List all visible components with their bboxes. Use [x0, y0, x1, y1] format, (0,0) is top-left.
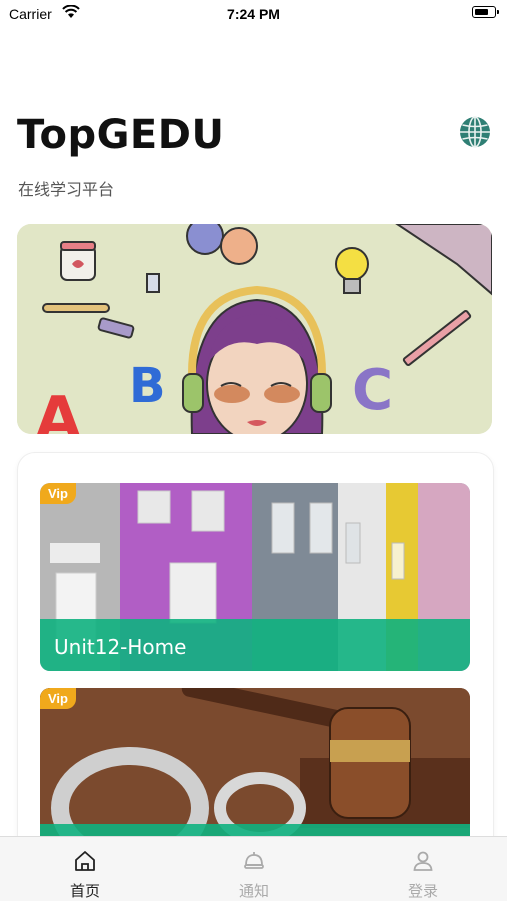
tab-label: 首页: [69, 883, 100, 900]
tab-notification[interactable]: 通知: [204, 837, 304, 901]
app-title: TopGEDU: [17, 112, 225, 158]
course-card-law[interactable]: Vip: [40, 688, 470, 853]
course-list: Vip Unit12-Home Vip: [17, 452, 494, 854]
globe-icon[interactable]: [459, 116, 491, 148]
tab-login[interactable]: 登录: [373, 837, 473, 901]
svg-text:A: A: [35, 384, 82, 434]
clock: 7:24 PM: [227, 6, 280, 22]
user-icon: [413, 851, 433, 871]
vip-badge: Vip: [40, 688, 76, 709]
tab-label: 登录: [407, 883, 438, 900]
tab-home[interactable]: 首页: [35, 837, 135, 901]
status-bar: Carrier 7:24 PM: [0, 0, 507, 28]
battery-icon: [472, 6, 499, 18]
tab-bar: 首页 通知 登录: [0, 836, 507, 901]
vip-badge: Vip: [40, 483, 76, 504]
tab-label: 通知: [238, 883, 269, 900]
home-icon: [75, 851, 95, 871]
svg-text:C: C: [352, 358, 393, 423]
app-subtitle: 在线学习平台: [18, 182, 115, 199]
svg-text:B: B: [129, 358, 166, 414]
notification-icon: [244, 852, 264, 869]
course-card-unit12-home[interactable]: Vip Unit12-Home: [40, 483, 470, 671]
banner-image[interactable]: B A C: [17, 224, 492, 434]
banner-illustration: B A C: [17, 224, 492, 434]
course-title: Unit12-Home: [54, 635, 187, 659]
